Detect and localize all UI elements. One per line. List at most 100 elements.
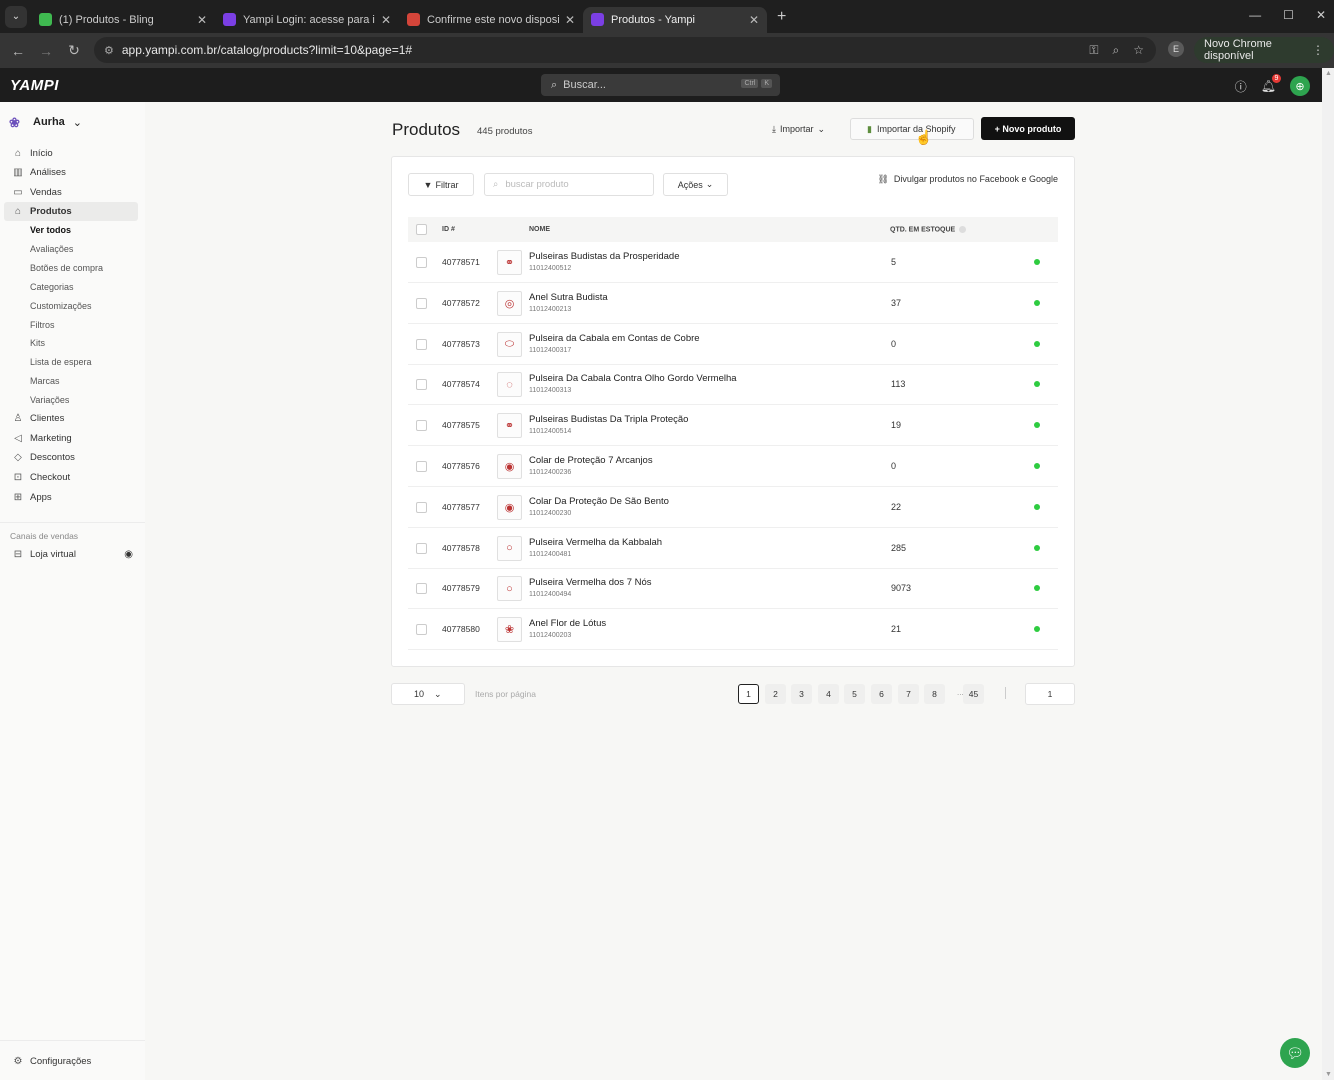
chrome-menu-icon[interactable]: ⋮ (1312, 43, 1324, 57)
column-stock[interactable]: QTD. EM ESTOQUE (890, 226, 967, 233)
close-window-icon[interactable]: ✕ (1316, 8, 1326, 22)
sub-item-marcas[interactable]: Marcas (30, 376, 60, 386)
sidebar-item-vendas[interactable]: ▭ Vendas (4, 183, 138, 202)
column-name[interactable]: NOME (529, 226, 550, 233)
maximize-icon[interactable]: ☐ (1283, 8, 1294, 22)
browser-tab[interactable]: Produtos - Yampi ✕ (583, 6, 767, 33)
info-icon[interactable] (959, 226, 967, 233)
close-tab-icon[interactable]: ✕ (749, 13, 759, 27)
product-thumbnail[interactable]: ◌ (497, 372, 522, 398)
page-button[interactable]: 7 (898, 684, 919, 704)
sub-item-variacoes[interactable]: Variações (30, 395, 69, 405)
back-arrow-icon[interactable]: ← (4, 43, 32, 59)
product-name[interactable]: Pulseira Vermelha dos 7 Nós (529, 577, 652, 588)
profile-avatar[interactable]: E (1168, 41, 1184, 57)
key-icon[interactable]: ⚿ (1089, 43, 1098, 58)
new-product-button[interactable]: + Novo produto (981, 117, 1075, 140)
eye-icon[interactable]: ◉ (124, 549, 133, 560)
sidebar-item-marketing[interactable]: ◁ Marketing (4, 429, 138, 448)
product-thumbnail[interactable]: ○ (497, 535, 522, 561)
sub-item-kits[interactable]: Kits (30, 338, 45, 348)
sub-item-botoes-de-compra[interactable]: Botões de compra (30, 263, 103, 273)
select-all-checkbox[interactable] (416, 224, 427, 235)
per-page-select[interactable]: 10 ⌄ (391, 683, 465, 705)
share-facebook-google-link[interactable]: ⛓ Divulgar produtos no Facebook e Google (877, 174, 1058, 185)
product-thumbnail[interactable]: ◉ (497, 454, 522, 479)
page-button[interactable]: 6 (871, 684, 892, 704)
product-thumbnail[interactable]: ⚭ (497, 250, 522, 275)
row-checkbox[interactable] (416, 501, 427, 513)
page-jump-input[interactable]: 1 (1025, 683, 1075, 705)
product-thumbnail[interactable]: ○ (497, 576, 522, 602)
product-search-field[interactable]: ⌕ buscar produto (484, 173, 654, 196)
browser-tab[interactable]: (1) Produtos - Bling ✕ (31, 7, 215, 33)
store-switcher[interactable]: ❀ Aurha ⌄ (9, 115, 82, 130)
bookmark-star-icon[interactable]: ☆ (1133, 43, 1144, 58)
product-name[interactable]: Pulseira da Cabala em Contas de Cobre (529, 333, 700, 344)
import-shopify-button[interactable]: ▮ Importar da Shopify (850, 118, 974, 140)
table-row[interactable]: 40778576 ◉ Colar de Proteção 7 Arcanjos 110… (408, 446, 1058, 487)
browser-tab[interactable]: Yampi Login: acesse para inicia ✕ (215, 7, 399, 33)
new-tab-plus-icon[interactable]: + (777, 8, 786, 26)
forward-arrow-icon[interactable]: → (32, 43, 60, 59)
product-name[interactable]: Anel Flor de Lótus (529, 618, 606, 629)
scroll-down-icon[interactable]: ▼ (1325, 1071, 1332, 1078)
row-checkbox[interactable] (416, 379, 427, 391)
filter-button[interactable]: ▼ Filtrar (408, 173, 474, 196)
row-checkbox[interactable] (416, 257, 427, 268)
yampi-logo[interactable]: YAMPI (10, 77, 59, 94)
row-checkbox[interactable] (416, 461, 427, 472)
product-name[interactable]: Colar de Proteção 7 Arcanjos (529, 455, 653, 466)
close-tab-icon[interactable]: ✕ (197, 13, 207, 27)
sidebar-item-inicio[interactable]: ⌂ Início (4, 144, 138, 163)
help-icon[interactable]: ⓘ (1235, 78, 1247, 95)
zoom-icon[interactable]: ⌕ (1113, 43, 1120, 58)
sidebar-item-produtos[interactable]: ⌂ Produtos (4, 202, 138, 221)
column-id[interactable]: ID # (442, 226, 455, 233)
browser-tab[interactable]: Confirme este novo dispositivo ✕ (399, 7, 583, 33)
sub-item-avaliacoes[interactable]: Avaliações (30, 244, 73, 254)
chat-bubble-icon[interactable]: 💬︎ (1280, 1038, 1310, 1068)
sidebar-item-clientes[interactable]: ♙ Clientes (4, 409, 138, 428)
sidebar-item-analises[interactable]: ▥ Análises (4, 163, 138, 182)
row-checkbox[interactable] (416, 420, 427, 432)
product-thumbnail[interactable]: ❀ (497, 617, 522, 643)
address-bar[interactable]: ⚙ app.yampi.com.br/catalog/products?limi… (94, 37, 1156, 63)
table-row[interactable]: 40778571 ⚭ Pulseiras Budistas da Prosperid… (408, 242, 1058, 283)
close-tab-icon[interactable]: ✕ (565, 13, 575, 27)
import-dropdown[interactable]: ⤓ Importar ⌄ (772, 121, 825, 137)
product-name[interactable]: Pulseiras Budistas da Prosperidade (529, 251, 680, 262)
page-button[interactable]: 1 (738, 684, 759, 704)
product-name[interactable]: Colar Da Proteção De São Bento (529, 496, 669, 507)
page-button[interactable]: 3 (791, 684, 812, 704)
sub-item-categorias[interactable]: Categorias (30, 282, 74, 292)
row-checkbox[interactable] (416, 297, 427, 309)
table-row[interactable]: 40778577 ◉ Colar Da Proteção De São Bento 1… (408, 487, 1058, 528)
bell-icon[interactable]: 🔔︎ 9 (1261, 74, 1281, 93)
sidebar-item-checkout[interactable]: ⊡ Checkout (4, 468, 138, 487)
product-name[interactable]: Pulseiras Budistas Da Tripla Proteção (529, 414, 688, 425)
row-checkbox[interactable] (416, 583, 427, 595)
row-checkbox[interactable] (416, 624, 427, 636)
table-row[interactable]: 40778578 ○ Pulseira Vermelha da Kabbalah 11… (408, 528, 1058, 569)
product-name[interactable]: Pulseira Vermelha da Kabbalah (529, 537, 662, 548)
table-row[interactable]: 40778579 ○ Pulseira Vermelha dos 7 Nós 1101… (408, 568, 1058, 610)
table-row[interactable]: 40778575 ⚭ Pulseiras Budistas Da Tripla Pr… (408, 405, 1058, 447)
table-row[interactable]: 40778572 ◎ Anel Sutra Budista 11012400213 37 (408, 283, 1058, 324)
sub-item-lista-de-espera[interactable]: Lista de espera (30, 357, 92, 367)
row-checkbox[interactable] (416, 338, 427, 350)
page-button[interactable]: 5 (844, 684, 865, 704)
product-thumbnail[interactable]: ◉ (497, 494, 522, 520)
table-row[interactable]: 40778580 ❀ Anel Flor de Lótus 11012400203 21 (408, 609, 1058, 651)
tab-search-menu-icon[interactable]: ⌄ (5, 5, 27, 28)
scroll-up-icon[interactable]: ▲ (1325, 70, 1332, 77)
sub-item-customizacoes[interactable]: Customizações (30, 301, 92, 311)
reload-icon[interactable]: ↻ (60, 42, 88, 59)
page-button-last[interactable]: 45 (963, 684, 984, 704)
product-thumbnail[interactable]: ⬭ (497, 331, 522, 357)
product-name[interactable]: Anel Sutra Budista (529, 292, 608, 303)
page-scrollbar[interactable]: ▲ ▼ (1322, 68, 1334, 1080)
globe-icon[interactable]: ⊕ (1290, 76, 1310, 96)
sidebar-item-descontos[interactable]: ◇ Descontos (4, 448, 138, 467)
product-thumbnail[interactable]: ◎ (497, 290, 522, 316)
